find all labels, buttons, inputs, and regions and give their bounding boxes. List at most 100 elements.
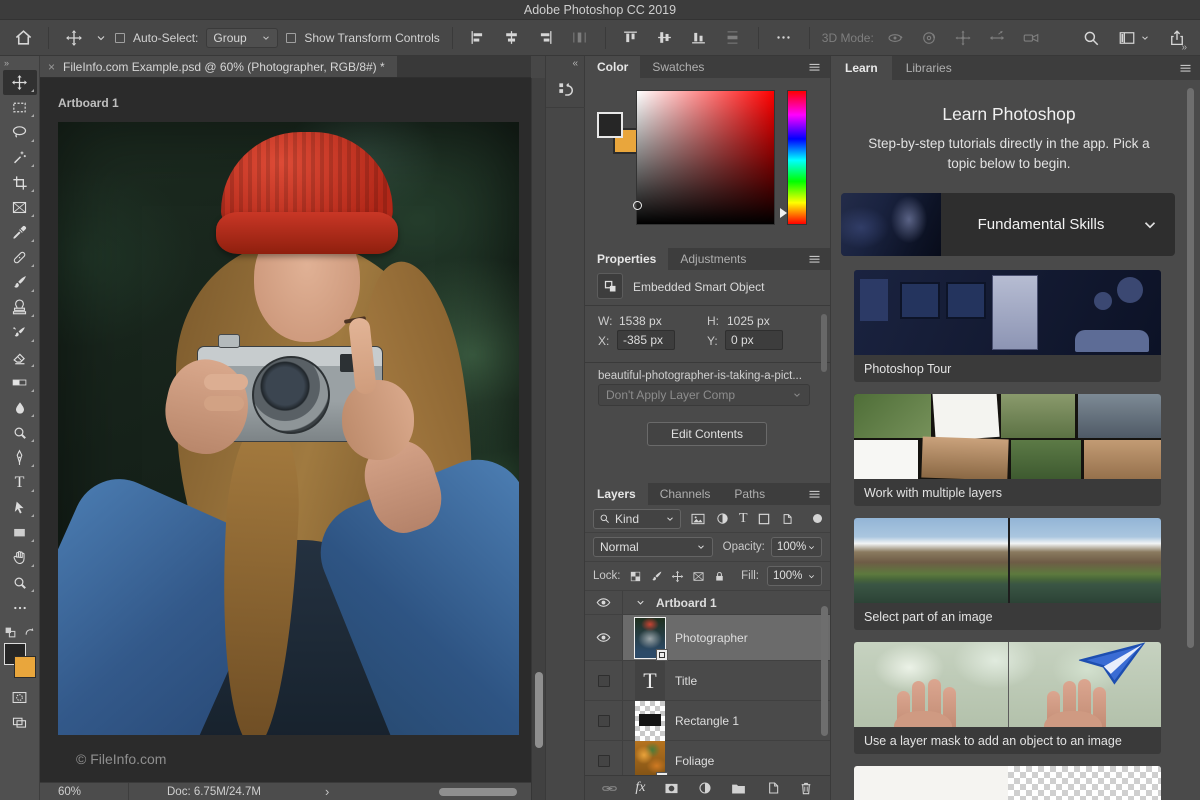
tab-libraries[interactable]: Libraries [892, 56, 966, 80]
photographer-photo[interactable] [58, 122, 519, 735]
close-icon[interactable]: × [48, 60, 55, 74]
opacity-field[interactable]: 100% [770, 537, 822, 557]
lock-position-button[interactable] [671, 570, 684, 583]
hand-tool[interactable] [3, 545, 37, 570]
rectangle-tool[interactable] [3, 520, 37, 545]
layer-thumbnail[interactable] [635, 740, 668, 775]
scrollbar-thumb[interactable] [439, 788, 518, 796]
dodge-tool[interactable] [3, 420, 37, 445]
expand-panels-arrows[interactable]: » [1181, 42, 1187, 53]
color-cursor[interactable] [633, 201, 642, 210]
adjustment-layer-button[interactable] [697, 780, 713, 796]
tutorial-card-photoshop-tour[interactable]: Photoshop Tour [854, 270, 1161, 382]
layer-row-foliage[interactable]: Foliage [585, 740, 830, 775]
spot-healing-brush-tool[interactable] [3, 245, 37, 270]
chevron-down-icon[interactable] [635, 597, 646, 608]
frame-tool[interactable] [3, 195, 37, 220]
more-align-options-button[interactable] [771, 25, 797, 51]
visibility-toggle[interactable] [585, 741, 623, 775]
hue-slider-arrow[interactable] [780, 208, 787, 218]
tutorial-card-multiple-layers[interactable]: Work with multiple layers [854, 394, 1161, 506]
scrollbar-thumb[interactable] [821, 314, 827, 372]
align-left-edges-button[interactable] [465, 25, 491, 51]
chevron-down-icon[interactable] [95, 32, 107, 44]
quick-mask-button[interactable] [3, 685, 37, 710]
panel-menu-button[interactable] [807, 56, 830, 78]
layer-row-photographer[interactable]: Photographer [585, 615, 830, 661]
x-position-field[interactable]: -385 px [617, 330, 675, 350]
scrollbar-thumb[interactable] [1187, 88, 1194, 648]
zoom-level-field[interactable]: 60% [40, 786, 128, 798]
edit-contents-button[interactable]: Edit Contents [647, 422, 767, 446]
filter-type-layers-button[interactable]: T [739, 511, 748, 527]
eyedropper-tool[interactable] [3, 220, 37, 245]
layer-row-rectangle[interactable]: Rectangle 1 [585, 700, 830, 741]
visibility-toggle[interactable] [585, 615, 623, 660]
align-vertical-centers-button[interactable] [652, 25, 678, 51]
delete-layer-button[interactable] [798, 780, 814, 796]
blend-mode-dropdown[interactable]: Normal [593, 537, 713, 557]
align-top-edges-button[interactable] [618, 25, 644, 51]
filter-smart-objects-button[interactable] [780, 512, 794, 526]
align-right-edges-button[interactable] [533, 25, 559, 51]
edit-toolbar-button[interactable] [3, 595, 37, 620]
tab-properties[interactable]: Properties [585, 248, 669, 270]
lock-pixels-button[interactable] [650, 570, 663, 583]
visibility-toggle[interactable] [585, 591, 623, 614]
filter-kind-dropdown[interactable]: Kind [593, 508, 681, 529]
align-horizontal-centers-button[interactable] [499, 25, 525, 51]
collapse-panels-arrows[interactable]: « [572, 58, 578, 69]
blur-tool[interactable] [3, 395, 37, 420]
hue-slider[interactable] [780, 90, 807, 225]
tutorial-card-layer-mask[interactable]: Use a layer mask to add an object to an … [854, 642, 1161, 754]
filter-adjustment-layers-button[interactable] [715, 511, 730, 526]
layer-row-artboard[interactable]: Artboard 1 [585, 591, 830, 615]
tab-adjustments[interactable]: Adjustments [668, 248, 758, 270]
scrollbar-thumb[interactable] [535, 672, 543, 748]
3d-orbit-button[interactable] [882, 25, 908, 51]
fundamental-skills-accordion[interactable]: Fundamental Skills [841, 193, 1175, 256]
crop-tool[interactable] [3, 170, 37, 195]
default-swap-colors[interactable] [4, 626, 36, 639]
lock-all-button[interactable] [713, 570, 726, 583]
add-layer-mask-button[interactable] [663, 780, 680, 797]
scrollbar-thumb[interactable] [821, 606, 828, 736]
horizontal-scrollbar[interactable] [329, 783, 531, 800]
lock-artboard-button[interactable] [692, 570, 705, 583]
layer-thumbnail[interactable] [635, 700, 665, 741]
panel-menu-button[interactable] [807, 483, 830, 505]
link-layers-button[interactable] [601, 780, 618, 797]
zoom-tool[interactable] [3, 570, 37, 595]
tutorial-card-select-part[interactable]: Select part of an image [854, 518, 1161, 630]
titlebar[interactable]: Adobe Photoshop CC 2019 [0, 0, 1200, 20]
distribute-vertically-button[interactable] [720, 25, 746, 51]
saturation-brightness-field[interactable] [633, 90, 775, 225]
panel-menu-button[interactable] [1178, 56, 1200, 80]
3d-camera-button[interactable] [1018, 25, 1044, 51]
filter-shape-layers-button[interactable] [757, 512, 771, 526]
lasso-tool[interactable] [3, 120, 37, 145]
home-button[interactable] [10, 25, 36, 51]
layer-comp-dropdown[interactable]: Don't Apply Layer Comp [598, 384, 810, 406]
tab-color[interactable]: Color [585, 56, 641, 78]
pen-tool[interactable] [3, 445, 37, 470]
path-selection-tool[interactable] [3, 495, 37, 520]
history-brush-tool[interactable] [3, 320, 37, 345]
visibility-toggle[interactable] [585, 701, 623, 740]
new-layer-button[interactable] [765, 780, 781, 796]
quick-selection-tool[interactable] [3, 145, 37, 170]
search-button[interactable] [1078, 25, 1104, 51]
tab-channels[interactable]: Channels [648, 483, 723, 505]
3d-slide-button[interactable] [984, 25, 1010, 51]
panel-menu-button[interactable] [807, 248, 830, 270]
visibility-toggle[interactable] [585, 661, 623, 700]
tutorial-card-partial[interactable] [854, 766, 1161, 800]
history-panel-button[interactable] [546, 72, 586, 108]
fill-field[interactable]: 100% [767, 566, 822, 586]
show-transform-checkbox[interactable] [286, 32, 297, 43]
current-tool-button[interactable] [61, 25, 87, 51]
brush-tool[interactable] [3, 270, 37, 295]
background-color-swatch[interactable] [13, 656, 36, 678]
auto-select-checkbox[interactable] [115, 32, 125, 43]
filter-toggle[interactable] [813, 514, 822, 523]
